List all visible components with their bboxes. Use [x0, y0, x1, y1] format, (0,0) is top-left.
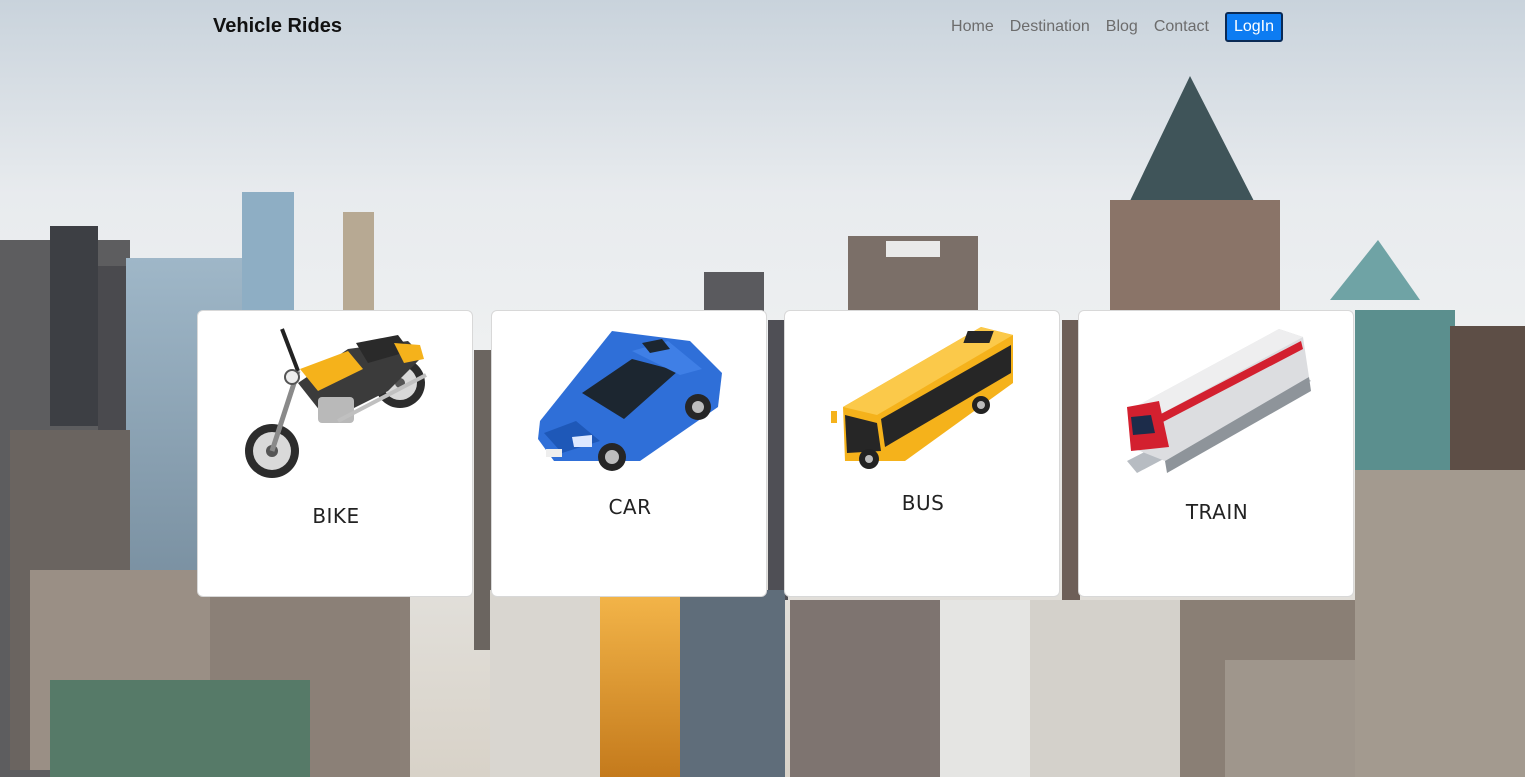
card-title-car: CAR — [608, 495, 652, 519]
brand-logo[interactable]: Vehicle Rides — [213, 15, 342, 38]
page: Vehicle Rides Home Destination Blog Cont… — [0, 0, 1525, 777]
login-button[interactable]: LogIn — [1224, 12, 1283, 42]
bus-icon — [831, 327, 1013, 469]
car-icon — [538, 331, 722, 471]
card-title-train: TRAIN — [1185, 500, 1249, 524]
vehicle-card-car[interactable]: CAR — [491, 310, 767, 597]
nav-link-home[interactable]: Home — [951, 14, 994, 40]
navbar: Vehicle Rides Home Destination Blog Cont… — [0, 0, 1525, 56]
nav-link-destination[interactable]: Destination — [1010, 14, 1090, 40]
card-title-bus: BUS — [901, 491, 945, 515]
motorcycle-icon — [245, 328, 427, 478]
vehicle-card-bike[interactable]: BIKE — [197, 310, 473, 597]
card-title-bike: BIKE — [312, 504, 360, 528]
nav-link-blog[interactable]: Blog — [1106, 14, 1138, 40]
vehicle-card-train[interactable]: TRAIN — [1078, 310, 1354, 597]
nav-link-contact[interactable]: Contact — [1154, 14, 1209, 40]
train-icon — [1127, 329, 1311, 473]
vehicle-card-bus[interactable]: BUS — [784, 310, 1060, 597]
nav-links: Home Destination Blog Contact LogIn — [951, 12, 1283, 42]
